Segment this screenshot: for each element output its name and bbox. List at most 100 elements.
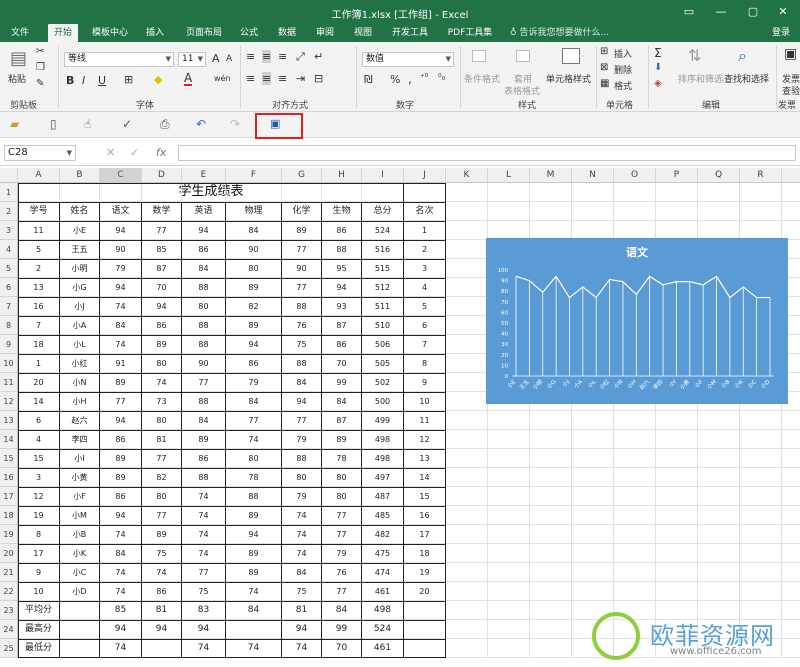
column-header-j[interactable]: J [404,168,446,183]
column-header-l[interactable]: L [488,168,530,183]
table-cell[interactable]: 79 [100,259,141,278]
table-cell[interactable]: 512 [362,278,403,297]
table-cell[interactable]: 小明 [60,259,99,278]
fill-icon[interactable]: ⬇ [654,62,662,73]
table-cell[interactable]: 80 [226,449,281,468]
underline-button[interactable]: U [98,74,106,87]
table-cell[interactable]: 7 [404,335,445,354]
table-cell[interactable]: 70 [142,278,181,297]
table-cell[interactable]: 74 [282,506,321,525]
percent-button[interactable]: % [390,73,400,86]
column-title-cell[interactable]: 74 [282,639,321,658]
table-cell[interactable]: 小E [60,221,99,240]
table-cell[interactable]: 88 [226,487,281,506]
table-cell[interactable]: 79 [282,487,321,506]
bold-button[interactable]: B [66,74,74,87]
table-cell[interactable]: 79 [226,373,281,392]
table-cell[interactable]: 87 [322,316,361,335]
tab-pdf-tools[interactable]: PDF工具集 [442,24,498,42]
column-title-cell[interactable]: 物理 [226,202,281,221]
table-cell[interactable]: 78 [226,468,281,487]
tab-page-layout[interactable]: 页面布局 [180,24,228,42]
row-header-21[interactable]: 21 [0,563,18,582]
insert-cells-button[interactable]: 插入 [614,47,632,60]
grow-font-button[interactable]: A [212,52,220,65]
table-cell[interactable]: 524 [362,221,403,240]
table-cell[interactable]: 80 [322,487,361,506]
table-cell[interactable]: 84 [182,259,225,278]
copy-icon[interactable]: ❐ [36,62,45,73]
sort-filter-button[interactable]: 排序和筛选 [678,72,723,85]
table-cell[interactable]: 小N [60,373,99,392]
table-cell[interactable]: 赵六 [60,411,99,430]
column-title-cell[interactable]: 524 [362,620,403,639]
decrease-decimal-icon[interactable]: ⁰₀ [438,73,445,83]
table-cell[interactable]: 79 [322,544,361,563]
table-cell[interactable]: 14 [404,468,445,487]
table-cell[interactable]: 93 [322,297,361,316]
table-cell[interactable]: 91 [100,354,141,373]
table-cell[interactable]: 86 [142,316,181,335]
column-header-i[interactable]: I [362,168,404,183]
table-cell[interactable]: 77 [182,373,225,392]
table-cell[interactable]: 94 [100,411,141,430]
table-cell[interactable]: 482 [362,525,403,544]
table-cell[interactable]: 89 [226,544,281,563]
row-header-2[interactable]: 2 [0,202,18,221]
table-cell[interactable]: 73 [142,392,181,411]
table-cell[interactable]: 10 [404,392,445,411]
table-cell[interactable]: 89 [182,430,225,449]
column-title-cell[interactable]: 81 [142,601,181,620]
table-cell[interactable]: 74 [100,582,141,601]
close-button[interactable]: ✕ [768,0,798,24]
table-cell[interactable]: 84 [282,373,321,392]
table-cell[interactable]: 94 [100,221,141,240]
table-cell[interactable]: 10 [18,582,59,601]
tab-review[interactable]: 审阅 [310,24,340,42]
table-cell[interactable]: 89 [142,525,181,544]
cancel-icon[interactable]: ✕ [106,146,115,159]
column-title-cell[interactable]: 84 [322,601,361,620]
row-header-18[interactable]: 18 [0,506,18,525]
formula-input[interactable] [178,145,796,161]
column-title-cell[interactable] [142,639,181,658]
table-cell[interactable]: 小C [60,563,99,582]
table-cell[interactable]: 小G [60,278,99,297]
column-header-n[interactable]: N [572,168,614,183]
align-middle-icon[interactable]: ≡ [262,50,272,63]
column-title-cell[interactable]: 94 [100,620,141,639]
tab-data[interactable]: 数据 [272,24,302,42]
sheet-title[interactable]: 学生成绩表 [18,183,404,201]
table-cell[interactable]: 84 [100,316,141,335]
chinese-score-chart[interactable]: 语文 0 10 20 30 40 50 60 70 80 90 100 小E 王五 小明 小G 小J 小A 小L 小红… [486,238,788,404]
table-cell[interactable]: 81 [142,430,181,449]
column-header-e[interactable]: E [182,168,226,183]
table-cell[interactable]: 88 [182,335,225,354]
table-cell[interactable]: 17 [18,544,59,563]
table-cell[interactable]: 75 [282,582,321,601]
delete-cells-button[interactable]: 删除 [614,63,632,76]
table-cell[interactable]: 485 [362,506,403,525]
table-cell[interactable]: 502 [362,373,403,392]
table-cell[interactable]: 88 [182,392,225,411]
table-cell[interactable]: 18 [18,335,59,354]
table-cell[interactable]: 74 [142,373,181,392]
table-cell[interactable]: 14 [18,392,59,411]
table-cell[interactable]: 77 [322,582,361,601]
row-header-23[interactable]: 23 [0,601,18,620]
table-cell[interactable]: 19 [404,563,445,582]
table-cell[interactable]: 77 [322,525,361,544]
column-title-cell[interactable]: 生物 [322,202,361,221]
table-cell[interactable]: 82 [142,468,181,487]
table-cell[interactable]: 15 [18,449,59,468]
table-cell[interactable]: 77 [100,392,141,411]
open-folder-icon[interactable]: ▰ [10,117,19,131]
table-cell[interactable]: 5 [18,240,59,259]
table-cell[interactable]: 75 [182,582,225,601]
table-cell[interactable]: 88 [282,354,321,373]
align-top-icon[interactable]: ≡ [246,50,255,63]
table-cell[interactable]: 3 [404,259,445,278]
table-cell[interactable]: 88 [182,316,225,335]
column-title-cell[interactable] [60,620,99,639]
align-right-icon[interactable]: ≡ [278,72,287,85]
